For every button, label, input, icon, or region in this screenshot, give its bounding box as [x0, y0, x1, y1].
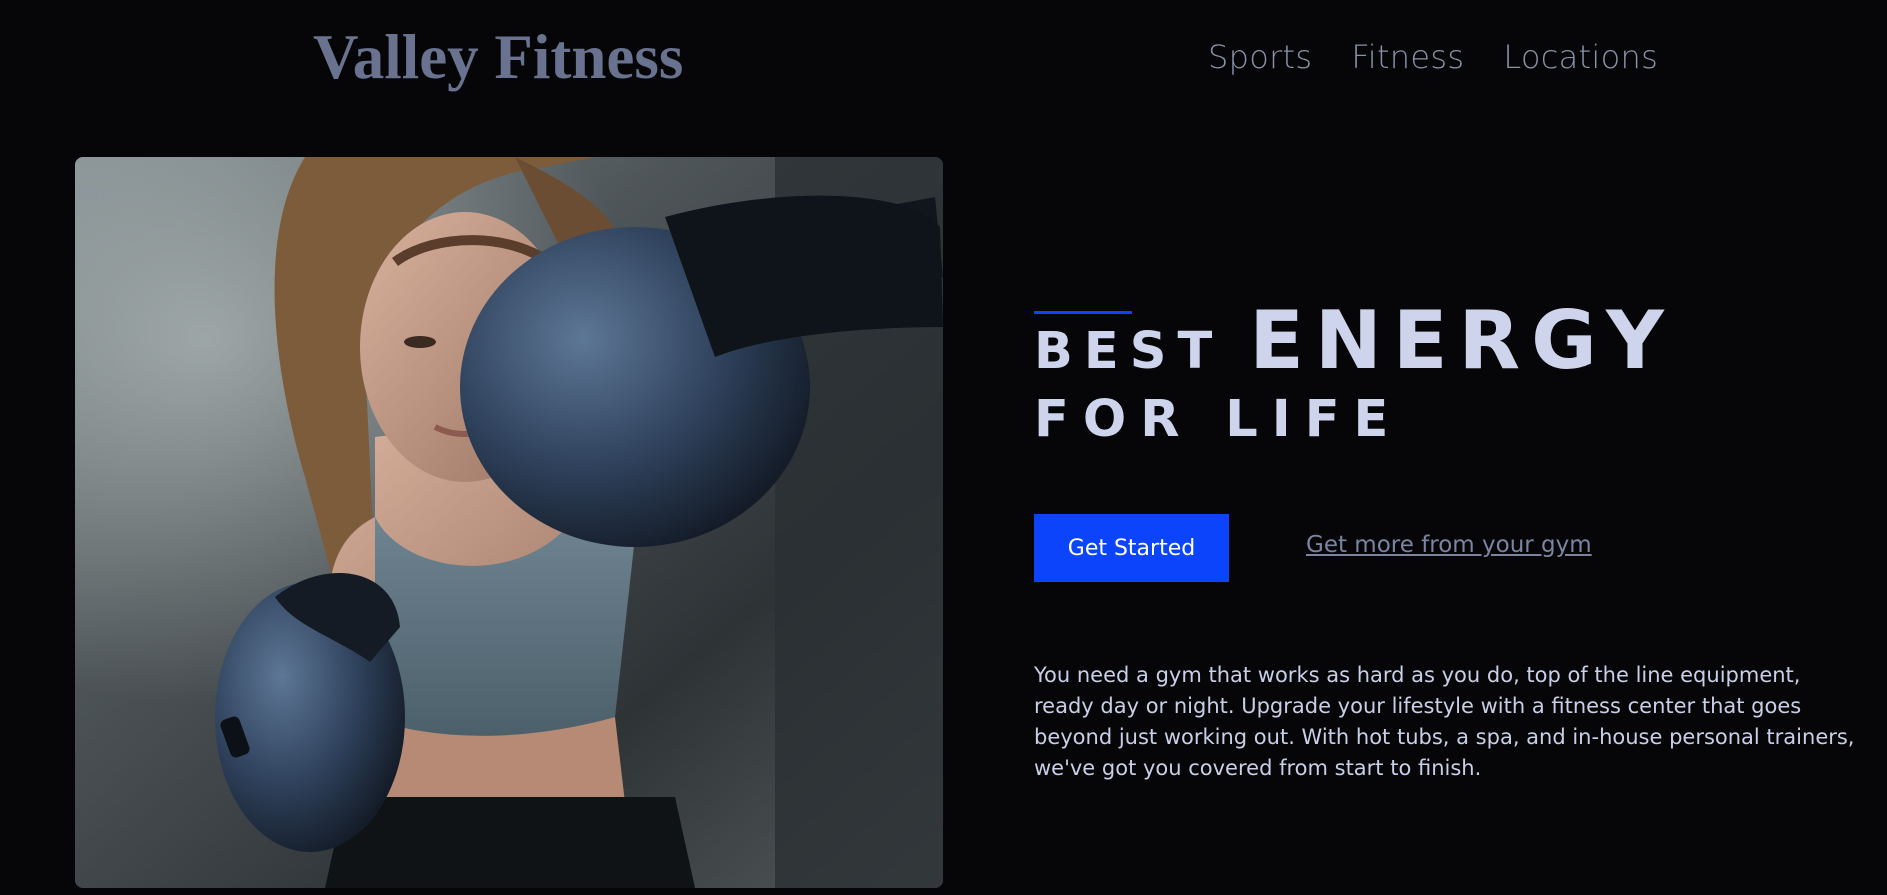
hero-photo-boxer: text [75, 157, 943, 888]
nav-link-sports[interactable]: Sports [1208, 34, 1312, 80]
landing-page: Valley Fitness Sports Fitness Locations [0, 0, 1887, 895]
headline-for-life: FOR LIFE [1034, 390, 1403, 449]
hero-headline: BEST ENERGY FOR LIFE [1034, 294, 1675, 449]
headline-energy: ENERGY [1249, 294, 1675, 387]
get-started-button[interactable]: Get Started [1034, 514, 1229, 582]
nav-link-locations[interactable]: Locations [1503, 34, 1658, 80]
get-more-link[interactable]: Get more from your gym [1306, 532, 1592, 558]
image-alt-text: text [77, 185, 107, 203]
nav-link-fitness[interactable]: Fitness [1351, 34, 1464, 80]
headline-line-1: BEST ENERGY [1034, 294, 1675, 387]
site-logo[interactable]: Valley Fitness [313, 18, 683, 96]
main-nav: Sports Fitness Locations [1208, 34, 1658, 80]
headline-best: BEST [1034, 322, 1224, 381]
hero-description: You need a gym that works as hard as you… [1034, 663, 1855, 780]
boxer-illustration [75, 157, 943, 888]
